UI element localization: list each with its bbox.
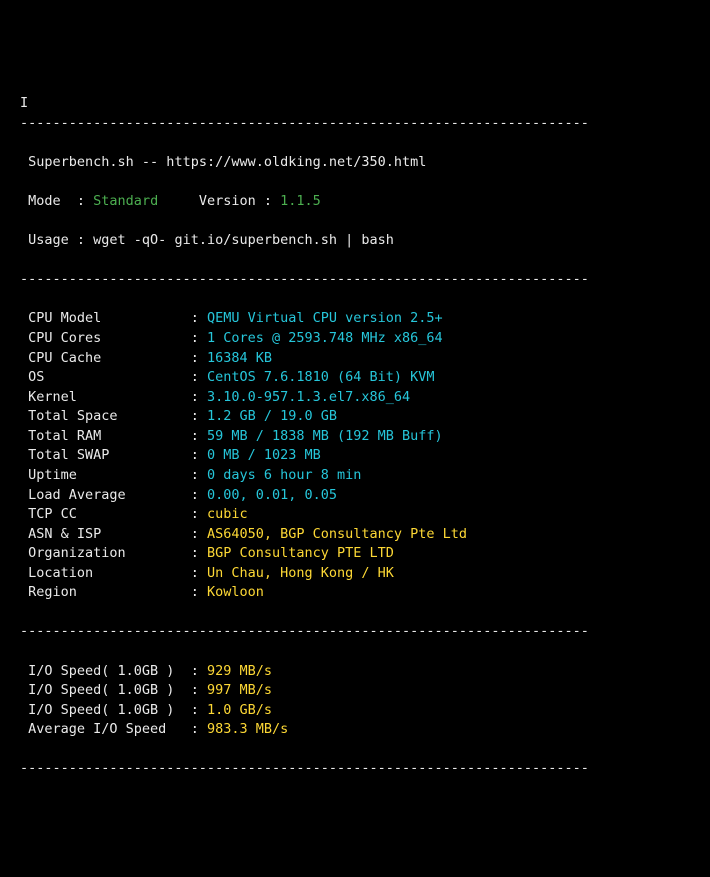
info-row: Region: Kowloon — [20, 583, 690, 603]
mode-value: Standard — [93, 193, 158, 209]
info-colon: : — [191, 544, 207, 564]
divider: ----------------------------------------… — [20, 270, 690, 290]
io-row: I/O Speed( 1.0GB ): 1.0 GB/s — [20, 701, 690, 721]
version-label: Version — [199, 192, 264, 212]
info-row: Organization: BGP Consultancy PTE LTD — [20, 544, 690, 564]
info-row: CPU Cores: 1 Cores @ 2593.748 MHz x86_64 — [20, 329, 690, 349]
info-value: Un Chau, Hong Kong / HK — [207, 564, 394, 584]
info-value: cubic — [207, 505, 248, 525]
version-colon: : — [264, 193, 280, 209]
info-row: Load Average: 0.00, 0.01, 0.05 — [20, 486, 690, 506]
info-label: ASN & ISP — [28, 525, 191, 545]
io-row: Average I/O Speed: 983.3 MB/s — [20, 720, 690, 740]
info-colon: : — [191, 446, 207, 466]
io-value: 1.0 GB/s — [207, 701, 272, 721]
io-colon: : — [191, 720, 207, 740]
info-label: CPU Cores — [28, 329, 191, 349]
info-row: Total SWAP: 0 MB / 1023 MB — [20, 446, 690, 466]
info-label: TCP CC — [28, 505, 191, 525]
io-value: 997 MB/s — [207, 681, 272, 701]
info-colon: : — [191, 329, 207, 349]
info-row: ASN & ISP: AS64050, BGP Consultancy Pte … — [20, 525, 690, 545]
io-row: I/O Speed( 1.0GB ): 929 MB/s — [20, 662, 690, 682]
info-label: CPU Model — [28, 309, 191, 329]
info-row: TCP CC: cubic — [20, 505, 690, 525]
header-usage-line: Usage : wget -qO- git.io/superbench.sh |… — [20, 231, 690, 251]
info-label: Total RAM — [28, 427, 191, 447]
info-colon: : — [191, 505, 207, 525]
info-label: Total Space — [28, 407, 191, 427]
info-value: QEMU Virtual CPU version 2.5+ — [207, 309, 443, 329]
info-colon: : — [191, 388, 207, 408]
io-row: I/O Speed( 1.0GB ): 997 MB/s — [20, 681, 690, 701]
info-value: 0 days 6 hour 8 min — [207, 466, 361, 486]
info-colon: : — [191, 427, 207, 447]
info-value: 16384 KB — [207, 349, 272, 369]
info-row: Location: Un Chau, Hong Kong / HK — [20, 564, 690, 584]
info-label: Location — [28, 564, 191, 584]
info-label: Kernel — [28, 388, 191, 408]
info-value: 59 MB / 1838 MB (192 MB Buff) — [207, 427, 443, 447]
info-colon: : — [191, 368, 207, 388]
info-colon: : — [191, 466, 207, 486]
io-colon: : — [191, 681, 207, 701]
info-label: CPU Cache — [28, 349, 191, 369]
header-mode-line: Mode : Standard Version : 1.1.5 — [20, 192, 690, 212]
info-value: BGP Consultancy PTE LTD — [207, 544, 394, 564]
info-value: 0 MB / 1023 MB — [207, 446, 321, 466]
info-value: Kowloon — [207, 583, 264, 603]
info-value: 1 Cores @ 2593.748 MHz x86_64 — [207, 329, 443, 349]
info-value: AS64050, BGP Consultancy Pte Ltd — [207, 525, 467, 545]
info-value: 3.10.0-957.1.3.el7.x86_64 — [207, 388, 410, 408]
info-colon: : — [191, 583, 207, 603]
cursor: I — [20, 95, 28, 111]
usage-text: Usage : wget -qO- git.io/superbench.sh |… — [28, 232, 394, 248]
info-label: Organization — [28, 544, 191, 564]
info-colon: : — [191, 525, 207, 545]
info-colon: : — [191, 564, 207, 584]
title-text: Superbench.sh -- https://www.oldking.net… — [28, 154, 426, 170]
info-colon: : — [191, 309, 207, 329]
info-value: CentOS 7.6.1810 (64 Bit) KVM — [207, 368, 435, 388]
divider: ----------------------------------------… — [20, 114, 690, 134]
info-row: CPU Cache: 16384 KB — [20, 349, 690, 369]
info-row: Kernel: 3.10.0-957.1.3.el7.x86_64 — [20, 388, 690, 408]
io-label: I/O Speed( 1.0GB ) — [28, 662, 191, 682]
info-row: CPU Model: QEMU Virtual CPU version 2.5+ — [20, 309, 690, 329]
info-row: OS: CentOS 7.6.1810 (64 Bit) KVM — [20, 368, 690, 388]
info-row: Uptime: 0 days 6 hour 8 min — [20, 466, 690, 486]
divider: ----------------------------------------… — [20, 622, 690, 642]
io-colon: : — [191, 701, 207, 721]
info-colon: : — [191, 486, 207, 506]
mode-colon: : — [77, 193, 93, 209]
info-label: Load Average — [28, 486, 191, 506]
io-colon: : — [191, 662, 207, 682]
io-label: I/O Speed( 1.0GB ) — [28, 701, 191, 721]
info-label: Region — [28, 583, 191, 603]
io-value: 929 MB/s — [207, 662, 272, 682]
info-label: OS — [28, 368, 191, 388]
info-colon: : — [191, 407, 207, 427]
info-row: Total Space: 1.2 GB / 19.0 GB — [20, 407, 690, 427]
info-colon: : — [191, 349, 207, 369]
info-label: Total SWAP — [28, 446, 191, 466]
io-value: 983.3 MB/s — [207, 720, 288, 740]
info-row: Total RAM: 59 MB / 1838 MB (192 MB Buff) — [20, 427, 690, 447]
divider: ----------------------------------------… — [20, 759, 690, 779]
version-value: 1.1.5 — [280, 193, 321, 209]
io-label: Average I/O Speed — [28, 720, 191, 740]
header-title-line: Superbench.sh -- https://www.oldking.net… — [20, 153, 690, 173]
info-label: Uptime — [28, 466, 191, 486]
info-value: 0.00, 0.01, 0.05 — [207, 486, 337, 506]
io-label: I/O Speed( 1.0GB ) — [28, 681, 191, 701]
mode-label: Mode — [28, 192, 77, 212]
info-value: 1.2 GB / 19.0 GB — [207, 407, 337, 427]
